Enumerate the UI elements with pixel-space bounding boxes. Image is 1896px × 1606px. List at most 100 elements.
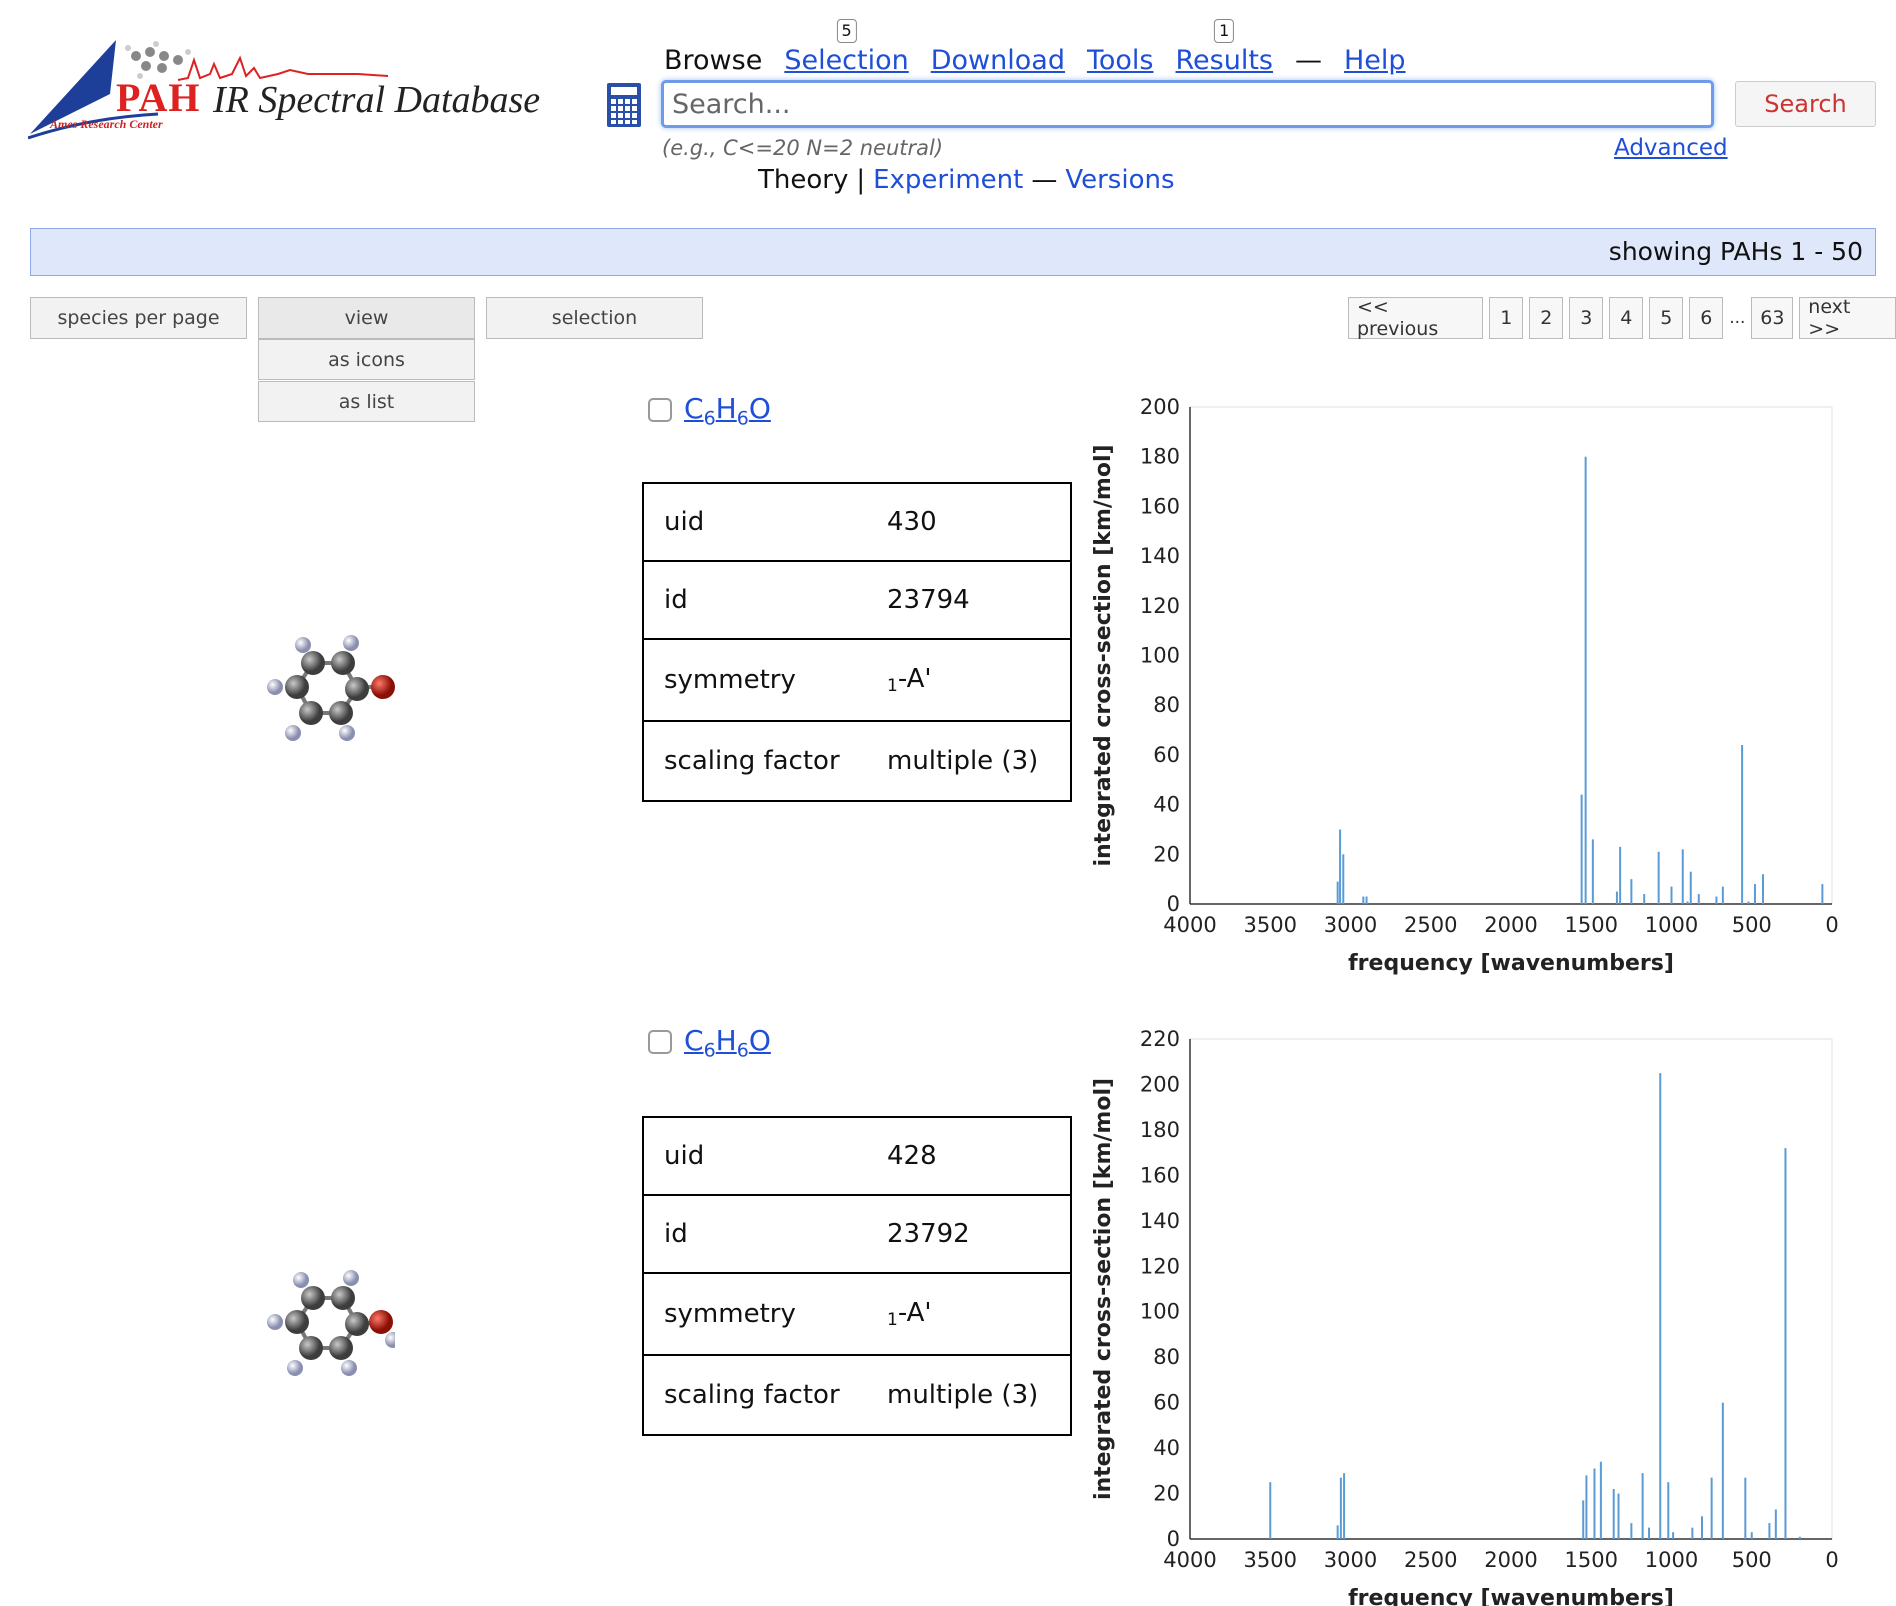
record-formula-link[interactable]: C6H6O [684, 392, 771, 430]
results-status-bar: showing PAHs 1 - 50 [30, 228, 1876, 276]
symmetry-value: 1-A' [867, 638, 1071, 722]
nav-selection-wrap: 5 Selection [784, 19, 909, 76]
pager-page-6[interactable]: 6 [1689, 297, 1724, 339]
id-label: id [643, 1194, 867, 1274]
ir-spectrum-chart: 0 20 40 60 80 100 120 140 160 180 200 4000 3500 3000 2… [1091, 395, 1839, 976]
nav-help[interactable]: Help [1344, 45, 1406, 76]
subnav-experiment[interactable]: Experiment [873, 165, 1023, 195]
pager-previous-button[interactable]: << previous [1348, 296, 1484, 340]
y-tick-label: 80 [1153, 1345, 1180, 1369]
view-as-icons-option[interactable]: as icons [258, 339, 475, 380]
y-tick-label: 40 [1153, 1436, 1180, 1460]
subnav-theory[interactable]: Theory [758, 165, 848, 195]
scaling-factor-label: scaling factor [643, 720, 867, 802]
advanced-search-link[interactable]: Advanced [1614, 135, 1728, 161]
subnav-pipe: | [856, 165, 866, 195]
x-tick-label: 500 [1732, 1548, 1772, 1572]
y-tick-label: 80 [1153, 693, 1180, 717]
pagination: << previous 1 2 3 4 5 6 ... 63 next >> [1348, 296, 1896, 340]
scaling-factor-value: multiple (3) [867, 720, 1071, 802]
nav-download[interactable]: Download [931, 45, 1065, 76]
y-tick-label: 140 [1140, 544, 1180, 568]
x-tick-label: 1000 [1645, 913, 1698, 937]
x-tick-label: 500 [1732, 913, 1772, 937]
record-select-checkbox[interactable] [648, 1030, 672, 1054]
subnav-dash: — [1031, 165, 1058, 195]
y-tick-label: 140 [1140, 1209, 1180, 1233]
id-value: 23794 [867, 560, 1071, 640]
pager-page-5[interactable]: 5 [1649, 297, 1684, 339]
table-row: symmetry 1-A' [643, 1272, 1071, 1356]
view-button[interactable]: view [258, 297, 475, 339]
x-axis-label: frequency [wavenumbers] [1348, 951, 1674, 976]
pager-next-button[interactable]: next >> [1799, 296, 1896, 340]
nav-selection[interactable]: Selection [784, 45, 908, 76]
table-row: id 23794 [643, 560, 1071, 640]
x-axis-label: frequency [wavenumbers] [1348, 1586, 1674, 1606]
pager-page-3[interactable]: 3 [1569, 297, 1604, 339]
record-select-checkbox[interactable] [648, 398, 672, 422]
logo-title-text: IR Spectral Database [213, 79, 541, 121]
nav-separator: — [1294, 45, 1322, 76]
y-tick-label: 220 [1140, 1027, 1180, 1051]
y-tick-label: 20 [1153, 842, 1180, 866]
logo-pah-text: PAH [116, 75, 201, 120]
nav-browse[interactable]: Browse [664, 45, 762, 76]
database-subnav: Theory | Experiment — Versions [758, 165, 1175, 195]
symmetry-value: 1-A' [867, 1272, 1071, 1356]
y-tick-label: 20 [1153, 1482, 1180, 1506]
molecule-structure-icon[interactable] [255, 1260, 395, 1400]
table-row: id 23792 [643, 1194, 1071, 1274]
x-tick-label: 1500 [1565, 1548, 1618, 1572]
nav-results-wrap: 1 Results [1175, 19, 1273, 76]
x-tick-label: 0 [1825, 1548, 1838, 1572]
table-row: uid 428 [643, 1116, 1071, 1196]
x-tick-label: 4000 [1163, 1548, 1216, 1572]
record-metadata-table: uid 428 id 23792 symmetry 1-A' scaling f… [642, 1116, 1072, 1436]
scaling-factor-label: scaling factor [643, 1354, 867, 1436]
y-tick-label: 60 [1153, 1391, 1180, 1415]
molecule-structure-icon[interactable] [255, 625, 395, 765]
view-as-list-option[interactable]: as list [258, 381, 475, 422]
y-tick-label: 100 [1140, 644, 1180, 668]
search-input[interactable] [661, 80, 1714, 128]
nav-results[interactable]: Results [1175, 45, 1273, 76]
plot-area [1189, 1038, 1833, 1540]
x-tick-label: 2500 [1404, 913, 1457, 937]
pager-page-last[interactable]: 63 [1751, 297, 1794, 339]
table-row: scaling factor multiple (3) [643, 720, 1071, 802]
results-count-badge: 1 [1214, 19, 1235, 43]
search-button[interactable]: Search [1735, 81, 1876, 127]
y-tick-label: 40 [1153, 793, 1180, 817]
nav-tools[interactable]: Tools [1087, 45, 1154, 76]
record-formula-link[interactable]: C6H6O [684, 1024, 771, 1062]
y-tick-label: 100 [1140, 1300, 1180, 1324]
pager-page-2[interactable]: 2 [1529, 297, 1564, 339]
x-tick-label: 2500 [1404, 1548, 1457, 1572]
x-tick-label: 0 [1825, 913, 1838, 937]
uid-label: uid [643, 482, 867, 562]
table-row: uid 430 [643, 482, 1071, 562]
y-tick-label: 60 [1153, 743, 1180, 767]
species-per-page-button[interactable]: species per page [30, 297, 247, 339]
y-tick-label: 160 [1140, 494, 1180, 518]
pager-page-4[interactable]: 4 [1609, 297, 1644, 339]
logo-ames-text: Ames Research Center [50, 117, 163, 131]
selection-button[interactable]: selection [486, 297, 703, 339]
pager-page-1[interactable]: 1 [1489, 297, 1524, 339]
y-tick-label: 180 [1140, 1118, 1180, 1142]
x-tick-label: 3500 [1244, 913, 1297, 937]
uid-label: uid [643, 1116, 867, 1196]
subnav-versions[interactable]: Versions [1065, 165, 1174, 195]
y-tick-label: 180 [1140, 445, 1180, 469]
x-tick-label: 4000 [1163, 913, 1216, 937]
y-axis-label: integrated cross-section [km/mol] [1091, 1078, 1116, 1500]
symmetry-label: symmetry [643, 638, 867, 722]
site-logo[interactable]: PAH IR Spectral Database Ames Research C… [28, 34, 548, 144]
x-tick-label: 3000 [1324, 1548, 1377, 1572]
selection-count-badge: 5 [836, 19, 857, 43]
y-tick-label: 120 [1140, 594, 1180, 618]
calculator-icon[interactable] [606, 82, 642, 128]
uid-value: 430 [867, 482, 1071, 562]
ir-spectrum-chart: 0 20 40 60 80 100 120 140 160 180 200 220 4000 3500 30… [1091, 1027, 1839, 1606]
